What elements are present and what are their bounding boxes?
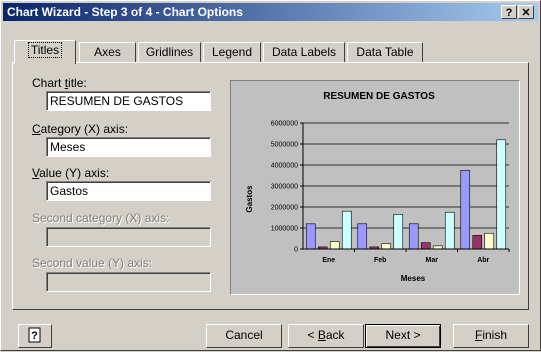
chart-title-label: Chart title: [32,76,87,90]
second-value-axis-input [46,272,211,292]
tab-gridlines[interactable]: Gridlines [138,42,201,62]
next-button[interactable]: Next > [365,324,441,348]
bar [420,242,431,250]
second-value-axis-label: Second value (Y) axis: [32,256,153,270]
close-button[interactable]: ✕ [518,5,534,19]
tab-gridlines-label: Gridlines [145,45,194,59]
second-category-axis-label: Second category (X) axis: [32,211,170,225]
x-tick-label: Mar [426,257,439,264]
x-tick-label: Abr [477,257,489,264]
office-assistant-button[interactable]: ? [18,324,52,348]
close-icon: ✕ [521,7,531,19]
x-tick-label: Ene [322,257,335,264]
chart-preview: RESUMEN DE GASTOS Meses Gastos 0 1000000 2… [230,80,520,295]
bar [460,169,471,250]
value-axis-label: Value (Y) axis: [32,166,110,180]
category-axis-label: Category (X) axis: [32,122,129,136]
x-tick-label: Feb [374,257,386,264]
y-tick-label: 2000000 [271,205,298,212]
help-button[interactable]: ? [501,5,517,19]
category-axis-input[interactable]: Meses [46,137,211,157]
y-tick-label: 5000000 [271,142,298,149]
svg-text:?: ? [31,330,38,342]
cancel-button[interactable]: Cancel [206,324,282,348]
finish-button[interactable]: Finish [453,324,529,348]
chart-svg: RESUMEN DE GASTOS Meses Gastos 0 1000000 2… [245,91,510,283]
bar [329,241,340,250]
x-axis-title: Meses [401,274,426,283]
value-axis-input[interactable]: Gastos [46,181,211,201]
tab-titles-label: Titles [27,42,63,58]
y-tick-label: 6000000 [271,121,298,128]
bar [305,223,316,250]
window-title: Chart Wizard - Step 3 of 4 - Chart Optio… [7,5,243,19]
y-tick-label: 0 [294,247,298,254]
tab-titles[interactable]: Titles [14,40,76,64]
tab-data-table-label: Data Table [356,45,414,59]
tab-axes-label: Axes [94,45,121,59]
chart-title: RESUMEN DE GASTOS [323,91,435,102]
office-assistant-icon: ? [28,327,41,343]
bar [357,223,368,250]
plot-area: 0 1000000 2000000 3000000 4000000 5000000 6000… [271,121,510,264]
bar [341,210,352,250]
tab-data-labels-label: Data Labels [271,45,337,59]
bar [496,139,507,250]
title-bar: Chart Wizard - Step 3 of 4 - Chart Optio… [3,3,538,21]
y-tick-label: 3000000 [271,184,298,191]
bar [472,235,483,250]
chart-title-input[interactable]: RESUMEN DE GASTOS [46,91,211,111]
tab-data-table[interactable]: Data Table [347,42,423,62]
y-axis-title: Gastos [245,185,254,213]
tab-legend[interactable]: Legend [203,42,261,62]
bar [444,211,455,250]
y-tick-label: 1000000 [271,226,298,233]
tab-data-labels[interactable]: Data Labels [263,42,345,62]
bar [408,223,419,250]
bar [393,214,404,250]
y-tick-label: 4000000 [271,163,298,170]
tab-axes[interactable]: Axes [79,42,136,62]
bar [381,243,392,250]
back-button[interactable]: < Back [288,324,364,348]
question-icon: ? [505,7,513,19]
second-category-axis-input [46,227,211,247]
bar [484,232,495,250]
tab-legend-label: Legend [211,45,253,59]
